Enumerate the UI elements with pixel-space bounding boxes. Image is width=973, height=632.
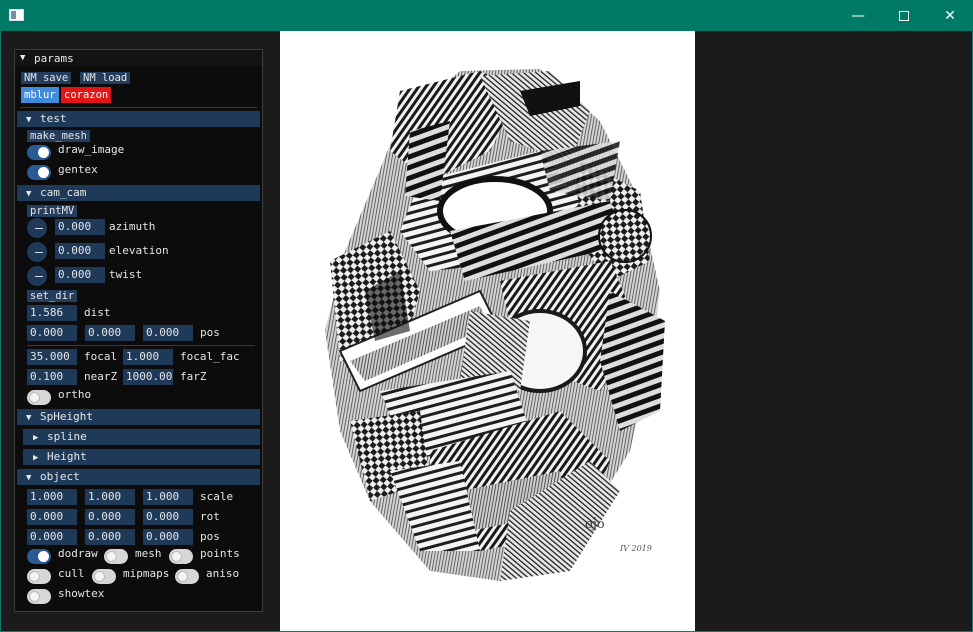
twist-field[interactable]: 0.000 bbox=[55, 267, 105, 283]
ortho-toggle[interactable] bbox=[27, 390, 51, 405]
panel-title-label: params bbox=[34, 51, 74, 65]
nm-load-button[interactable]: NM load bbox=[80, 72, 131, 84]
pos-z-field[interactable]: 0.000 bbox=[143, 325, 193, 341]
maximize-button[interactable] bbox=[881, 0, 927, 31]
aniso-toggle[interactable] bbox=[175, 569, 199, 584]
showtex-toggle[interactable] bbox=[27, 589, 51, 604]
twist-knob[interactable] bbox=[27, 266, 47, 286]
section-header-object[interactable]: ▼ object bbox=[17, 469, 260, 485]
mesh-toggle[interactable] bbox=[104, 549, 128, 564]
dodraw-label: dodraw bbox=[58, 547, 98, 560]
maximize-icon bbox=[899, 10, 909, 21]
params-panel: ▼ params NM save NM load mblur corazon ▼… bbox=[14, 49, 263, 612]
farz-label: farZ bbox=[180, 370, 207, 383]
cull-toggle[interactable] bbox=[27, 569, 51, 584]
section-header-label: test bbox=[40, 112, 67, 125]
mipmaps-toggle[interactable] bbox=[92, 569, 116, 584]
mesh-label: mesh bbox=[135, 547, 162, 560]
focal-fac-field[interactable]: 1.000 bbox=[123, 349, 173, 365]
pos-label: pos bbox=[200, 326, 220, 339]
nearz-label: nearZ bbox=[84, 370, 118, 383]
elevation-field[interactable]: 0.000 bbox=[55, 243, 105, 259]
artwork-date-mark: IV 2019 bbox=[619, 544, 652, 553]
minimize-button[interactable]: — bbox=[835, 0, 881, 31]
pos-x-field[interactable]: 0.000 bbox=[27, 325, 77, 341]
artwork-image: oĵo IV 2019 bbox=[280, 31, 695, 631]
section-header-label: SpHeight bbox=[40, 410, 93, 423]
elevation-knob[interactable] bbox=[27, 242, 47, 262]
collapsed-arrow-icon: ▶ bbox=[33, 453, 39, 463]
obj-pos-x-field[interactable]: 0.000 bbox=[27, 529, 77, 545]
separator bbox=[20, 107, 257, 108]
expanded-arrow-icon: ▼ bbox=[26, 189, 32, 199]
subsection-header-height[interactable]: ▶ Height bbox=[23, 449, 260, 465]
section-header-spheight[interactable]: ▼ SpHeight bbox=[17, 409, 260, 425]
mblur-button[interactable]: mblur bbox=[21, 87, 59, 103]
separator bbox=[27, 345, 255, 346]
artwork-signature: oĵo bbox=[585, 517, 605, 532]
dodraw-toggle[interactable] bbox=[27, 549, 51, 564]
gentex-label: gentex bbox=[58, 163, 98, 176]
scale-x-field[interactable]: 1.000 bbox=[27, 489, 77, 505]
mipmaps-label: mipmaps bbox=[123, 567, 170, 580]
close-button[interactable]: ✕ bbox=[927, 0, 973, 31]
corazon-button[interactable]: corazon bbox=[61, 87, 112, 103]
printmv-button[interactable]: printMV bbox=[27, 205, 78, 217]
app-icon bbox=[9, 9, 24, 21]
make-mesh-button[interactable]: make_mesh bbox=[27, 130, 90, 142]
expanded-arrow-icon: ▼ bbox=[26, 413, 32, 423]
params-panel-title[interactable]: ▼ params bbox=[15, 50, 262, 66]
gentex-toggle[interactable] bbox=[27, 165, 51, 180]
subsection-header-label: Height bbox=[47, 450, 87, 463]
focal-fac-label: focal_fac bbox=[180, 350, 240, 363]
focal-label: focal bbox=[84, 350, 118, 363]
dist-label: dist bbox=[84, 306, 111, 319]
section-header-label: object bbox=[40, 470, 80, 483]
rot-x-field[interactable]: 0.000 bbox=[27, 509, 77, 525]
section-header-label: cam_cam bbox=[40, 186, 87, 199]
collapse-arrow-icon: ▼ bbox=[20, 53, 26, 63]
scale-z-field[interactable]: 1.000 bbox=[143, 489, 193, 505]
draw-image-label: draw_image bbox=[58, 143, 125, 156]
elevation-label: elevation bbox=[109, 244, 169, 257]
azimuth-field[interactable]: 0.000 bbox=[55, 219, 105, 235]
set-dir-button[interactable]: set_dir bbox=[27, 290, 78, 302]
nearz-field[interactable]: 0.100 bbox=[27, 369, 77, 385]
dist-field[interactable]: 1.586 bbox=[27, 305, 77, 321]
farz-field[interactable]: 1000.000 bbox=[123, 369, 173, 385]
scale-y-field[interactable]: 1.000 bbox=[85, 489, 135, 505]
expanded-arrow-icon: ▼ bbox=[26, 473, 32, 483]
expanded-arrow-icon: ▼ bbox=[26, 115, 32, 125]
section-header-test[interactable]: ▼ test bbox=[17, 111, 260, 127]
section-header-cam-cam[interactable]: ▼ cam_cam bbox=[17, 185, 260, 201]
focal-field[interactable]: 35.000 bbox=[27, 349, 77, 365]
scale-label: scale bbox=[200, 490, 234, 503]
aniso-label: aniso bbox=[206, 567, 240, 580]
obj-pos-y-field[interactable]: 0.000 bbox=[85, 529, 135, 545]
rot-y-field[interactable]: 0.000 bbox=[85, 509, 135, 525]
rot-z-field[interactable]: 0.000 bbox=[143, 509, 193, 525]
right-empty-pane bbox=[695, 31, 972, 631]
obj-pos-label: pos bbox=[200, 530, 220, 543]
client-area: oĵo IV 2019 ▼ params NM save NM load mbl… bbox=[1, 31, 972, 631]
render-canvas[interactable]: oĵo IV 2019 bbox=[280, 31, 695, 631]
twist-label: twist bbox=[109, 268, 143, 281]
cull-label: cull bbox=[58, 567, 85, 580]
nm-save-button[interactable]: NM save bbox=[21, 72, 72, 84]
rot-label: rot bbox=[200, 510, 220, 523]
azimuth-knob[interactable] bbox=[27, 218, 47, 238]
subsection-header-spline[interactable]: ▶ spline bbox=[23, 429, 260, 445]
azimuth-label: azimuth bbox=[109, 220, 156, 233]
collapsed-arrow-icon: ▶ bbox=[33, 433, 39, 443]
points-toggle[interactable] bbox=[169, 549, 193, 564]
points-label: points bbox=[200, 547, 240, 560]
showtex-label: showtex bbox=[58, 587, 105, 600]
subsection-header-label: spline bbox=[47, 430, 87, 443]
pos-y-field[interactable]: 0.000 bbox=[85, 325, 135, 341]
obj-pos-z-field[interactable]: 0.000 bbox=[143, 529, 193, 545]
draw-image-toggle[interactable] bbox=[27, 145, 51, 160]
ortho-label: ortho bbox=[58, 388, 92, 401]
window-titlebar: — ✕ bbox=[0, 0, 973, 31]
